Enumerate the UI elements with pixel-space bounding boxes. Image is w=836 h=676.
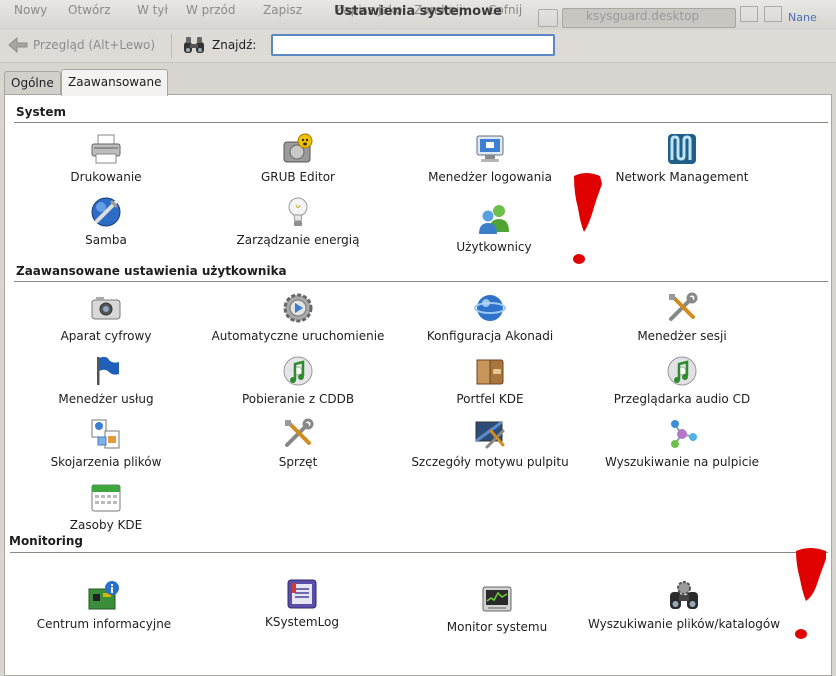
item-label: Sprzęt	[278, 455, 318, 469]
item-label: Pobieranie z CDDB	[241, 392, 355, 406]
find-input[interactable]	[271, 34, 555, 56]
wallet-icon	[476, 359, 504, 385]
item-desktop-search[interactable]: Wyszukiwanie na pulpicie	[584, 417, 780, 469]
section-title-system: System	[16, 105, 66, 119]
info-center-icon	[88, 581, 119, 610]
binoculars-icon	[184, 37, 204, 53]
item-akonadi-config[interactable]: Konfiguracja Akonadi	[392, 291, 588, 343]
desktop-theme-icon	[475, 420, 505, 449]
item-label: Menedżer usług	[58, 392, 154, 406]
find-label: Znajdź:	[212, 38, 257, 52]
toolbar-separator	[171, 34, 172, 58]
item-label: Przeglądarka audio CD	[613, 392, 751, 406]
item-cddb[interactable]: Pobieranie z CDDB	[200, 354, 396, 406]
item-label: KSystemLog	[264, 615, 340, 629]
item-label: Menedżer logowania	[428, 170, 552, 184]
arrow-left-icon	[8, 37, 28, 53]
login-manager-icon	[476, 135, 504, 162]
item-kde-resources[interactable]: Zasoby KDE	[8, 480, 204, 532]
file-associations-icon	[91, 419, 120, 449]
tab-advanced-label: Zaawansowane	[68, 75, 162, 89]
back-button-label: Przegląd (Alt+Lewo)	[33, 38, 156, 52]
item-digital-camera[interactable]: Aparat cyfrowy	[8, 291, 204, 343]
item-label: Zarządzanie energią	[236, 233, 360, 247]
printer-icon	[91, 134, 121, 164]
item-label: Drukowanie	[70, 170, 142, 184]
item-autostart[interactable]: Automatyczne uruchomienie	[200, 291, 396, 343]
autostart-gear-icon	[283, 293, 313, 323]
item-desktop-theme-details[interactable]: Szczegóły motywu pulpitu	[392, 417, 588, 469]
cddb-music-icon	[283, 356, 313, 386]
item-label: Network Management	[615, 170, 749, 184]
item-system-monitor[interactable]: Monitor systemu	[399, 582, 595, 634]
item-label: Skojarzenia plików	[50, 455, 162, 469]
camera-icon	[91, 297, 121, 320]
grub-editor-icon	[283, 133, 313, 163]
samba-icon	[91, 197, 121, 227]
item-label: Szczegóły motywu pulpitu	[411, 455, 569, 469]
item-label: Wyszukiwanie na pulpicie	[604, 455, 760, 469]
item-session-manager[interactable]: Menedżer sesji	[584, 291, 780, 343]
network-management-icon	[668, 134, 696, 164]
section-title-monitoring: Monitoring	[9, 534, 83, 548]
red-exclamation-annotation	[795, 548, 826, 639]
users-icon	[479, 205, 509, 234]
item-service-manager[interactable]: Menedżer usług	[8, 354, 204, 406]
back-button[interactable]: Przegląd (Alt+Lewo)	[8, 35, 155, 55]
item-kde-wallet[interactable]: Portfel KDE	[392, 354, 588, 406]
service-flag-icon	[97, 356, 119, 385]
item-label: Portfel KDE	[456, 392, 524, 406]
section-divider	[10, 552, 828, 553]
tab-general-label: Ogólne	[11, 76, 54, 90]
calendar-icon	[91, 484, 121, 512]
system-log-icon	[287, 579, 317, 609]
item-label: Użytkownicy	[456, 240, 532, 254]
session-tools-icon	[669, 292, 698, 321]
audio-cd-icon	[667, 356, 697, 386]
item-printing[interactable]: Drukowanie	[8, 132, 204, 184]
akonadi-icon	[474, 295, 506, 321]
section-divider	[14, 281, 828, 282]
item-ksystemlog[interactable]: KSystemLog	[204, 577, 400, 629]
item-samba[interactable]: Samba	[8, 195, 204, 247]
red-exclamation-annotation	[573, 173, 602, 264]
tab-advanced[interactable]: Zaawansowane	[61, 69, 169, 96]
find-group: Znajdź:	[182, 33, 256, 57]
item-find-files[interactable]: Wyszukiwanie plików/katalogów	[586, 579, 782, 631]
system-monitor-icon	[482, 586, 512, 612]
item-label: GRUB Editor	[261, 170, 335, 184]
item-users[interactable]: Użytkownicy	[396, 202, 592, 254]
binoculars-gear-icon	[670, 581, 698, 609]
lightbulb-icon	[288, 197, 308, 226]
item-power-management[interactable]: Zarządzanie energią	[200, 195, 396, 247]
item-label: Samba	[85, 233, 127, 247]
item-label: Centrum informacyjne	[36, 617, 172, 631]
item-network-management[interactable]: Network Management	[584, 132, 780, 184]
desktop-search-icon	[671, 420, 697, 448]
item-info-center[interactable]: Centrum informacyjne	[6, 579, 202, 631]
hardware-tools-icon	[285, 418, 314, 447]
item-grub-editor[interactable]: GRUB Editor	[200, 132, 396, 184]
item-label: Aparat cyfrowy	[60, 329, 152, 343]
item-label: Wyszukiwanie plików/katalogów	[587, 617, 781, 631]
section-divider	[14, 122, 828, 123]
item-hardware[interactable]: Sprzęt	[200, 417, 396, 469]
item-label: Konfiguracja Akonadi	[426, 329, 554, 343]
section-title-advanced-user: Zaawansowane ustawienia użytkownika	[16, 264, 287, 278]
tab-general[interactable]: Ogólne	[4, 71, 61, 94]
item-audio-cd-browser[interactable]: Przeglądarka audio CD	[584, 354, 780, 406]
item-file-associations[interactable]: Skojarzenia plików	[8, 417, 204, 469]
item-label: Zasoby KDE	[69, 518, 143, 532]
item-login-manager[interactable]: Menedżer logowania	[392, 132, 588, 184]
item-label: Monitor systemu	[446, 620, 548, 634]
window-title: Ustawienia systemowe	[334, 4, 502, 19]
item-label: Menedżer sesji	[637, 329, 727, 343]
item-label: Automatyczne uruchomienie	[211, 329, 385, 343]
